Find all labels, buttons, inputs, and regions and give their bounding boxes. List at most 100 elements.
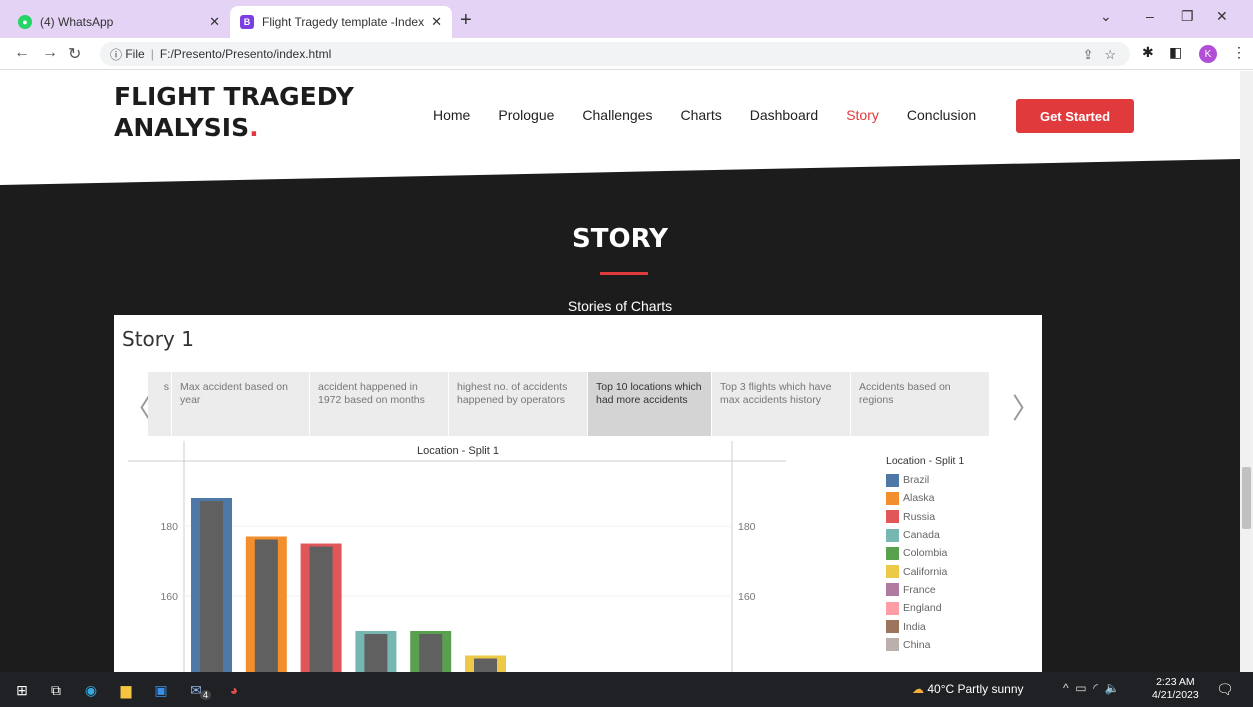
section-subtitle: Stories of Charts — [567, 298, 673, 314]
nav-item-prologue[interactable]: Prologue — [498, 107, 554, 123]
legend-item[interactable]: Brazil — [886, 471, 964, 489]
legend-swatch — [886, 601, 899, 615]
legend-item[interactable]: France — [886, 581, 964, 599]
legend-label: Russia — [903, 510, 936, 523]
legend-label: Brazil — [903, 474, 930, 487]
share-icon[interactable]: ⇪ ☆ — [1083, 47, 1116, 63]
reload-button[interactable]: ↻ — [68, 44, 81, 64]
nav-item-challenges[interactable]: Challenges — [582, 107, 652, 123]
chart-legend: Location - Split 1 Brazil Alaska Russia Can… — [886, 455, 964, 654]
address-bar[interactable]: ⓘ File | F:/Presento/Presento/index.html… — [100, 42, 1130, 66]
header-diagonal — [0, 157, 1240, 185]
story-point[interactable]: Top 3 flights which have max accidents h… — [712, 372, 851, 436]
legend-swatch — [886, 565, 899, 579]
file-explorer-icon[interactable]: ▆ — [116, 680, 136, 700]
edge-icon[interactable]: ◉ — [81, 680, 101, 700]
story-point[interactable]: Accidents based on regions — [851, 372, 990, 436]
store-icon[interactable]: ▣ — [151, 680, 171, 700]
extensions-icon[interactable]: ✱ — [1142, 44, 1154, 61]
get-started-button[interactable]: Get Started — [1016, 99, 1134, 133]
nav-item-home[interactable]: Home — [433, 107, 470, 123]
minimize-button[interactable]: – — [1146, 8, 1154, 24]
legend-swatch — [886, 583, 899, 597]
bootstrap-icon: B — [240, 15, 254, 29]
taskbar: ⊞ ⧉ ◉ ▆ ▣ ✉ 4 ◕ ☁ 40°C Partly sunny ^ ▭ … — [0, 672, 1253, 707]
legend-swatch — [886, 510, 899, 524]
side-panel-icon[interactable]: ◧ — [1169, 44, 1182, 61]
legend-item[interactable]: California — [886, 562, 964, 580]
bar-inner-canada — [364, 634, 388, 672]
task-view-icon[interactable]: ⧉ — [46, 680, 66, 700]
legend-item[interactable]: India — [886, 617, 964, 635]
legend-swatch — [886, 546, 899, 560]
clock[interactable]: 2:23 AM 4/21/2023 — [1152, 676, 1199, 702]
section-title: STORY — [572, 224, 668, 254]
new-tab-button[interactable]: + — [460, 9, 472, 32]
legend-swatch — [886, 528, 899, 542]
browser-toolbar: ← → ↻ ⓘ File | F:/Presento/Presento/inde… — [0, 38, 1253, 70]
legend-item[interactable]: China — [886, 636, 964, 654]
url-path: F:/Presento/Presento/index.html — [159, 47, 332, 61]
legend-label: Canada — [903, 529, 940, 542]
story-point[interactable]: Max accident based on year — [172, 372, 310, 436]
whatsapp-icon: ● — [18, 15, 32, 29]
bar-inner-russia — [309, 546, 333, 672]
main-nav: Home Prologue Challenges Charts Dashboard Sto… — [433, 107, 976, 123]
restore-button[interactable]: ❐ — [1181, 8, 1194, 25]
tab-title: Flight Tragedy template -Index — [262, 15, 425, 29]
url-scheme: File — [125, 47, 145, 61]
site-logo[interactable]: FLIGHT TRAGEDY ANALYSIS. — [114, 81, 354, 143]
site-header: FLIGHT TRAGEDY ANALYSIS. Home Prologue Cha… — [0, 71, 1240, 159]
tableau-story-panel: Story 1 〈 s Max accident based on year acc… — [114, 315, 1042, 672]
story-point[interactable]: accident happened in 1972 based on month… — [310, 372, 449, 436]
legend-label: Alaska — [903, 492, 935, 505]
profile-avatar[interactable]: K — [1199, 45, 1217, 63]
nav-item-dashboard[interactable]: Dashboard — [750, 107, 819, 123]
legend-item[interactable]: England — [886, 599, 964, 617]
close-window-button[interactable]: ✕ — [1216, 8, 1228, 25]
story-point[interactable]: Top 10 locations which had more accident… — [588, 372, 712, 436]
back-button[interactable]: ← — [14, 44, 30, 62]
legend-label: France — [903, 583, 936, 596]
close-icon[interactable]: ✕ — [431, 14, 442, 30]
legend-item[interactable]: Colombia — [886, 544, 964, 562]
tab-title: (4) WhatsApp — [40, 15, 114, 29]
system-tray[interactable]: ^ ▭ ◜ 🔈 — [1063, 681, 1120, 695]
weather-widget[interactable]: ☁ 40°C Partly sunny — [912, 682, 1024, 696]
chrome-icon[interactable]: ◕ — [224, 680, 244, 700]
legend-item[interactable]: Alaska — [886, 489, 964, 507]
bar-chart: Location - Split 1 160 160 180 180 — [128, 441, 786, 672]
scrollbar-thumb[interactable] — [1242, 467, 1251, 529]
story-title: Story 1 — [122, 327, 194, 351]
bar-inner-alaska — [254, 539, 278, 672]
chart-title: Location - Split 1 — [417, 445, 499, 457]
legend-item[interactable]: Canada — [886, 526, 964, 544]
y-tick-label: 180 — [160, 521, 178, 533]
bar-inner-brazil — [200, 501, 223, 672]
notification-icon[interactable]: 🗨 — [1216, 681, 1234, 698]
nav-item-conclusion[interactable]: Conclusion — [907, 107, 976, 123]
tab-search-icon[interactable]: ⌄ — [1100, 8, 1112, 25]
forward-button[interactable]: → — [42, 44, 58, 62]
menu-icon[interactable]: ⋮ — [1232, 44, 1246, 61]
chevron-right-icon[interactable]: 〉 — [1012, 387, 1040, 427]
nav-item-story[interactable]: Story — [846, 107, 879, 123]
y-tick-label-right: 160 — [738, 591, 756, 603]
page-scrollbar[interactable] — [1240, 71, 1253, 672]
story-point[interactable]: highest no. of accidents happened by ope… — [449, 372, 588, 436]
web-page: FLIGHT TRAGEDY ANALYSIS. Home Prologue Cha… — [0, 71, 1240, 672]
nav-item-charts[interactable]: Charts — [680, 107, 721, 123]
windows-start-icon[interactable]: ⊞ — [12, 680, 32, 700]
story-point[interactable]: s — [148, 372, 172, 436]
tab-flight-tragedy[interactable]: B Flight Tragedy template -Index ✕ — [230, 6, 452, 38]
y-tick-label: 160 — [160, 591, 178, 603]
story-points: s Max accident based on year accident happ… — [148, 372, 1006, 436]
tab-whatsapp[interactable]: ● (4) WhatsApp ✕ — [8, 6, 230, 38]
legend-swatch — [886, 620, 899, 634]
close-icon[interactable]: ✕ — [209, 14, 220, 30]
legend-title: Location - Split 1 — [886, 455, 965, 467]
info-icon[interactable]: ⓘ — [110, 46, 125, 63]
legend-item[interactable]: Russia — [886, 508, 964, 526]
y-tick-label-right: 180 — [738, 521, 756, 533]
legend-label: India — [903, 620, 926, 633]
